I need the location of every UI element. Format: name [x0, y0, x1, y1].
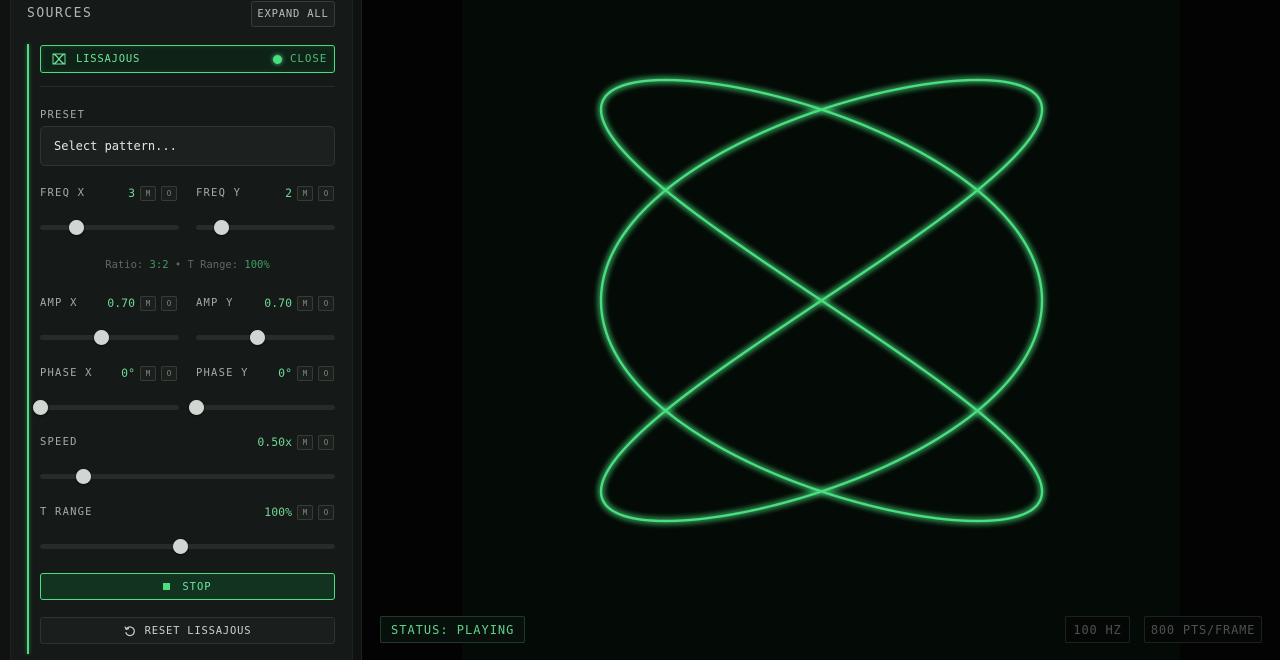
speed-solo-button[interactable]: O: [318, 435, 334, 450]
ratio-info: Ratio: 3:2 • T Range: 100%: [40, 259, 335, 271]
freq-x-solo-button[interactable]: O: [161, 186, 177, 201]
expand-all-button[interactable]: EXPAND ALL: [251, 1, 335, 27]
amp-x-solo-button[interactable]: O: [161, 296, 177, 311]
t-range-info-value: 100%: [244, 259, 270, 271]
ratio-separator: •: [174, 259, 182, 271]
phase-y-slider[interactable]: [189, 400, 335, 415]
amp-y-mute-button[interactable]: M: [297, 296, 313, 311]
freq-x-label: FREQ X: [40, 187, 86, 199]
source-header-lissajous[interactable]: LISSAJOUS CLOSE: [40, 45, 335, 73]
t-range-solo-button[interactable]: O: [318, 505, 334, 520]
t-range-mute-button[interactable]: M: [297, 505, 313, 520]
points-per-frame-badge: 800 PTS/FRAME: [1144, 616, 1262, 643]
phase-x-solo-button[interactable]: O: [161, 366, 177, 381]
t-range-label: T RANGE: [40, 506, 93, 518]
preset-select-value: Select pattern...: [54, 139, 177, 153]
phase-x-slider[interactable]: [33, 400, 179, 415]
divider: [40, 86, 335, 87]
speed-slider[interactable]: [40, 469, 335, 484]
phase-x-slider-thumb[interactable]: [33, 400, 48, 415]
phase-x-label: PHASE X: [40, 367, 93, 379]
amp-x-mute-button[interactable]: M: [140, 296, 156, 311]
sidebar-divider: [361, 0, 362, 660]
amp-y-solo-button[interactable]: O: [318, 296, 334, 311]
reset-button-label: RESET LISSAJOUS: [144, 624, 252, 637]
phase-y-mute-button[interactable]: M: [297, 366, 313, 381]
speed-label: SPEED: [40, 436, 78, 448]
amp-y-value: 0.70: [264, 296, 292, 310]
amp-y-label: AMP Y: [196, 297, 234, 309]
phase-y-slider-thumb[interactable]: [189, 400, 204, 415]
close-source-button[interactable]: CLOSE: [290, 52, 327, 65]
phase-y-value: 0°: [278, 366, 292, 380]
freq-x-value: 3: [128, 186, 135, 200]
amp-y-slider[interactable]: [196, 330, 335, 345]
phase-x-mute-button[interactable]: M: [140, 366, 156, 381]
phase-y-label: PHASE Y: [196, 367, 249, 379]
t-range-info-label: T Range:: [187, 259, 239, 271]
freq-y-slider-thumb[interactable]: [214, 220, 230, 235]
stop-button[interactable]: STOP: [40, 573, 335, 600]
active-indicator-dot: [273, 55, 282, 64]
preset-select[interactable]: Select pattern...: [40, 126, 335, 166]
stop-button-label: STOP: [182, 580, 212, 593]
ratio-value: 3:2: [149, 259, 169, 271]
amp-x-slider[interactable]: [40, 330, 179, 345]
source-name: LISSAJOUS: [76, 53, 141, 65]
lissajous-icon: [52, 53, 66, 65]
lissajous-scope: [599, 78, 1044, 523]
freq-x-slider[interactable]: [40, 220, 179, 235]
speed-mute-button[interactable]: M: [297, 435, 313, 450]
source-accent-bar: [27, 44, 29, 654]
freq-y-solo-button[interactable]: O: [318, 186, 334, 201]
ratio-label: Ratio:: [105, 259, 144, 271]
sources-panel: [10, 0, 353, 660]
freq-y-mute-button[interactable]: M: [297, 186, 313, 201]
freq-y-value: 2: [285, 186, 292, 200]
stop-icon: [163, 583, 171, 590]
status-badge: STATUS: PLAYING: [380, 616, 526, 643]
lissajous-trace: [599, 78, 1044, 523]
freq-y-slider[interactable]: [196, 220, 335, 235]
t-range-value: 100%: [264, 505, 292, 519]
sample-rate-badge: 100 HZ: [1065, 616, 1130, 643]
phase-x-value: 0°: [121, 366, 135, 380]
phase-y-solo-button[interactable]: O: [318, 366, 334, 381]
t-range-slider[interactable]: [40, 539, 335, 554]
reset-icon: [124, 625, 135, 636]
amp-x-label: AMP X: [40, 297, 78, 309]
preset-label: PRESET: [40, 109, 86, 121]
freq-x-mute-button[interactable]: M: [140, 186, 156, 201]
freq-y-label: FREQ Y: [196, 187, 242, 199]
speed-value: 0.50x: [257, 435, 292, 449]
speed-slider-thumb[interactable]: [75, 469, 91, 484]
amp-x-value: 0.70: [107, 296, 135, 310]
sources-title: SOURCES: [27, 6, 93, 21]
reset-lissajous-button[interactable]: RESET LISSAJOUS: [40, 617, 335, 644]
